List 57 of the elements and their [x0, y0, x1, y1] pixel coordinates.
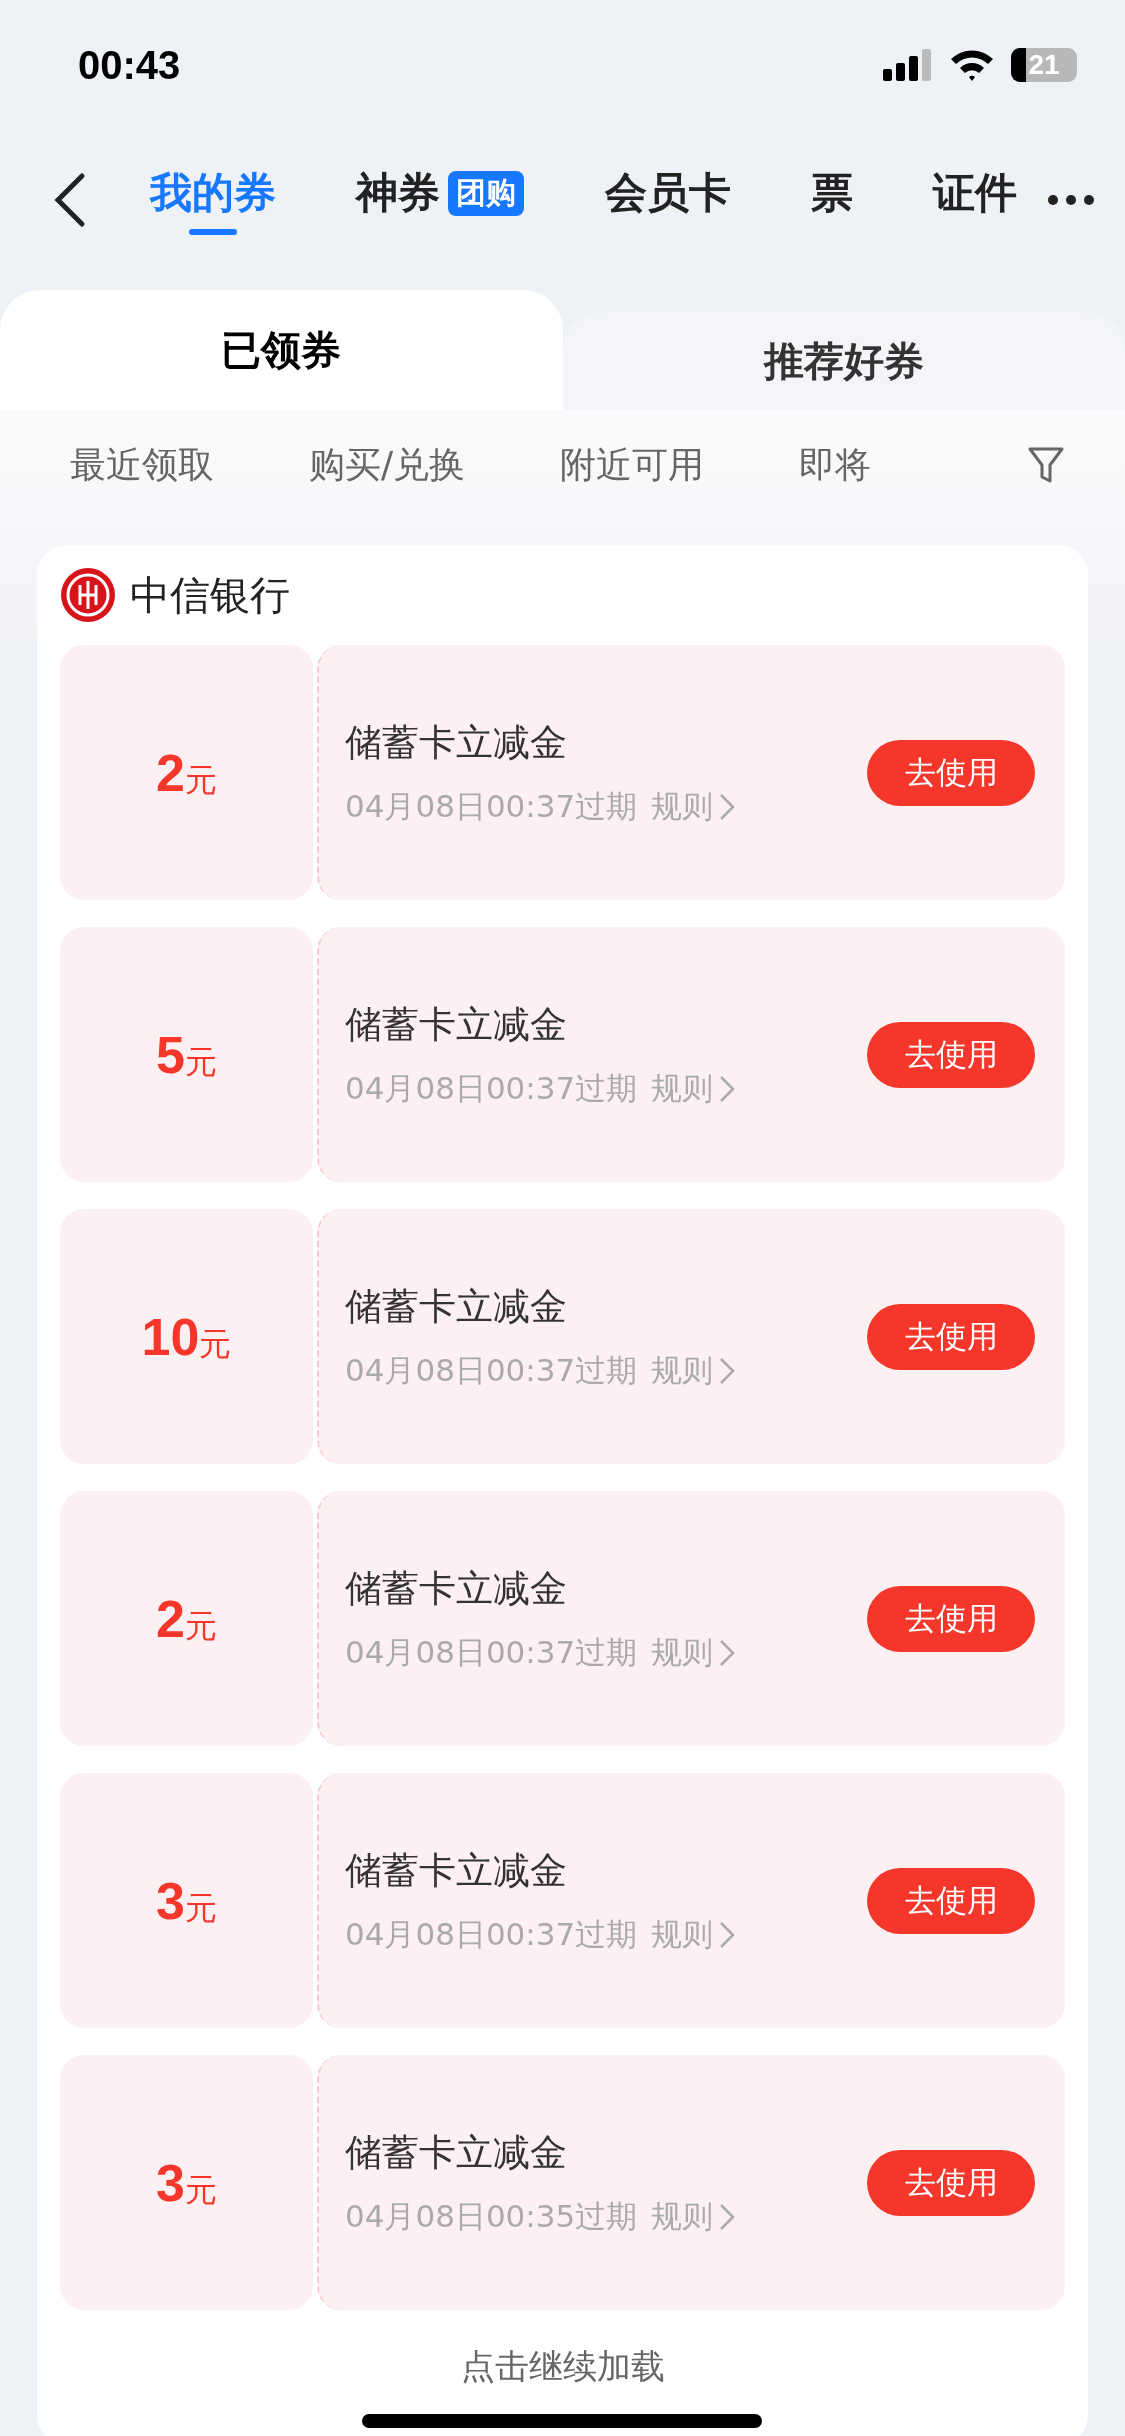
chevron-icon: [719, 792, 736, 821]
filter-tab[interactable]: 即将: [799, 440, 872, 490]
coupon-amount: 2元: [156, 742, 217, 803]
use-button[interactable]: 去使用: [867, 2149, 1035, 2216]
nav-tab[interactable]: 票: [810, 165, 853, 235]
nav-tab[interactable]: 证件: [933, 165, 1017, 235]
expiry-text: 04月08日00:37过期: [345, 786, 638, 826]
chevron-icon: [719, 1356, 736, 1385]
nav-tab[interactable]: 神券 团购: [356, 165, 525, 235]
coupon-amount: 3元: [156, 2152, 217, 2213]
rules-link[interactable]: 规则: [651, 785, 736, 828]
expiry-text: 04月08日00:37过期: [345, 1068, 638, 1108]
bank-logo-icon: [60, 567, 116, 623]
coupon-amount: 3元: [156, 1870, 217, 1931]
load-more-link[interactable]: 点击继续加载: [460, 2344, 665, 2390]
nav-tab[interactable]: 会员卡: [604, 165, 731, 235]
use-button[interactable]: 去使用: [867, 1585, 1035, 1652]
chevron-icon: [719, 2202, 736, 2231]
bank-name: 中信银行: [130, 570, 290, 620]
filter-tab[interactable]: 最近领取: [70, 440, 214, 490]
use-button[interactable]: 去使用: [867, 739, 1035, 806]
more-icon[interactable]: [1047, 194, 1095, 206]
chevron-icon: [719, 1920, 736, 1949]
signal-icon: [883, 49, 933, 81]
nav-tab[interactable]: 我的券: [150, 165, 276, 235]
filter-tab[interactable]: 购买/兑换: [309, 440, 466, 490]
coupon-amount: 2元: [156, 1588, 217, 1649]
coupon-title: 储蓄卡立减金: [345, 1847, 568, 1894]
use-button[interactable]: 去使用: [867, 1021, 1035, 1088]
rules-link[interactable]: 规则: [651, 1349, 736, 1392]
filter-icon[interactable]: [1027, 445, 1065, 485]
rules-link[interactable]: 规则: [651, 1067, 736, 1110]
expiry-text: 04月08日00:37过期: [345, 1914, 638, 1954]
use-button[interactable]: 去使用: [867, 1867, 1035, 1934]
segment-tab[interactable]: 推荐好券: [562, 312, 1125, 410]
expiry-text: 04月08日00:37过期: [345, 1632, 638, 1672]
expiry-text: 04月08日00:37过期: [345, 1350, 638, 1390]
expiry-text: 04月08日00:35过期: [345, 2196, 638, 2236]
coupon-amount: 5元: [156, 1024, 217, 1085]
rules-link[interactable]: 规则: [651, 1913, 736, 1956]
status-time: 00:43: [78, 42, 181, 88]
segment-tab[interactable]: 已领券: [0, 290, 563, 410]
coupon-title: 储蓄卡立减金: [345, 1283, 568, 1330]
rules-link[interactable]: 规则: [651, 1631, 736, 1674]
group-buy-badge: 团购: [448, 170, 525, 216]
filter-tab[interactable]: 附近可用: [560, 440, 705, 490]
wifi-icon: [949, 48, 995, 82]
coupon-amount: 10元: [141, 1306, 232, 1367]
coupon-title: 储蓄卡立减金: [345, 1001, 568, 1048]
coupon-title: 储蓄卡立减金: [345, 719, 568, 766]
chevron-icon: [719, 1074, 736, 1103]
rules-link[interactable]: 规则: [651, 2195, 736, 2238]
battery-indicator: 21: [1011, 48, 1077, 82]
use-button[interactable]: 去使用: [867, 1303, 1035, 1370]
coupon-title: 储蓄卡立减金: [345, 2129, 568, 2176]
coupon-title: 储蓄卡立减金: [345, 1565, 568, 1612]
chevron-icon: [719, 1638, 736, 1667]
